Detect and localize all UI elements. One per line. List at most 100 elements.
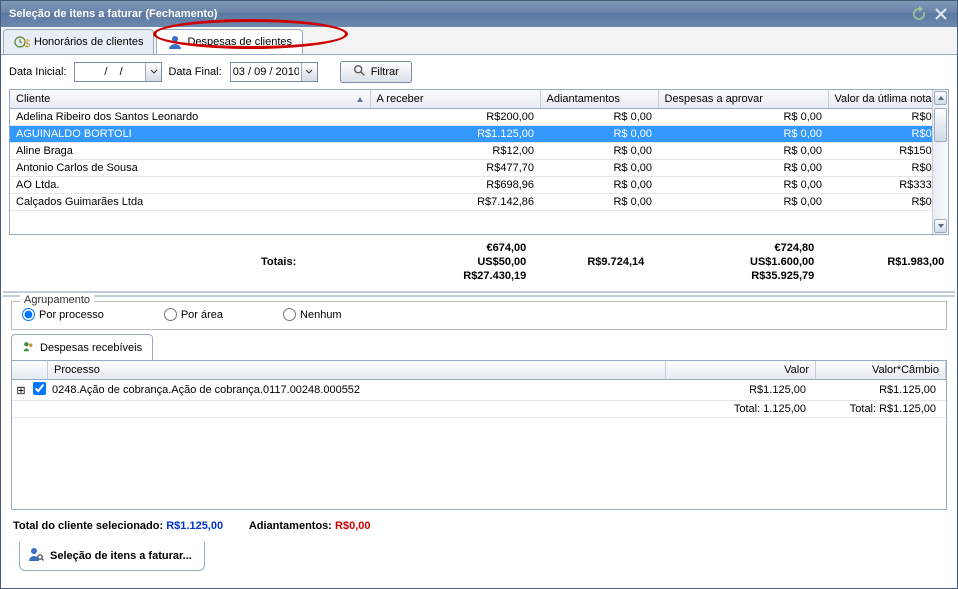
bottom-tab-selecao[interactable]: Seleção de itens a faturar... [19, 542, 205, 571]
cell-cliente: Aline Braga [10, 143, 370, 160]
totals-rec-brl: R$27.430,19 [356, 269, 526, 283]
cell-adiantamentos: R$ 0,00 [540, 143, 658, 160]
totals-row: Totais: €674,00 US$50,00 R$27.430,19 R$9… [1, 235, 957, 291]
cell-valor: R$150,00 [828, 143, 932, 160]
table-row[interactable]: Aline Braga R$12,00 R$ 0,00 R$ 0,00 R$15… [10, 143, 932, 160]
data-final-input[interactable] [231, 66, 301, 78]
window-title: Seleção de itens a faturar (Fechamento) [9, 8, 217, 20]
totals-valor: R$1.983,00 [814, 255, 944, 269]
subcol-valor-cambio[interactable]: Valor*Câmbio [816, 361, 946, 379]
subgrid-total-cambio: Total: R$1.125,00 [816, 403, 946, 415]
refresh-icon[interactable] [911, 6, 927, 22]
sub-tabs: Despesas recebíveis [1, 334, 957, 360]
totals-desp-eur: €724,80 [644, 241, 814, 255]
subgrid-total-row: Total: 1.125,00 Total: R$1.125,00 [12, 401, 946, 418]
filter-row: Data Inicial: Data Final: Filtrar [1, 55, 957, 89]
data-final-field[interactable] [230, 62, 318, 82]
filter-button-label: Filtrar [371, 66, 399, 78]
footer-summary: Total do cliente selecionado: R$1.125,00… [1, 510, 957, 542]
col-a-receber[interactable]: A receber [370, 90, 540, 109]
agrupamento-group: Agrupamento Por processo Por área Nenhum [11, 301, 947, 330]
cell-a-receber: R$12,00 [370, 143, 540, 160]
cell-adiantamentos: R$ 0,00 [540, 126, 658, 143]
titlebar: Seleção de itens a faturar (Fechamento) [1, 1, 957, 27]
radio-por-processo[interactable]: Por processo [22, 308, 104, 321]
cell-despesas: R$ 0,00 [658, 109, 828, 126]
chevron-down-icon[interactable] [301, 63, 317, 81]
chevron-down-icon[interactable] [145, 63, 161, 81]
totals-label: Totais: [261, 256, 296, 268]
scroll-thumb[interactable] [934, 108, 947, 142]
radio-nenhum[interactable]: Nenhum [283, 308, 342, 321]
subcol-valor[interactable]: Valor [666, 361, 816, 379]
close-icon[interactable] [933, 6, 949, 22]
subgrid-processo: 0248.Ação de cobrança.Ação de cobrança.0… [48, 384, 666, 396]
cell-cliente: AO Ltda. [10, 177, 370, 194]
col-cliente[interactable]: Cliente [10, 90, 370, 109]
table-row[interactable]: AGUINALDO BORTOLI R$1.125,00 R$ 0,00 R$ … [10, 126, 932, 143]
subtab-label: Despesas recebíveis [40, 342, 142, 354]
cell-despesas: R$ 0,00 [658, 143, 828, 160]
agrupamento-legend: Agrupamento [20, 294, 94, 306]
col-adiantamentos[interactable]: Adiantamentos [540, 90, 658, 109]
totals-adi: R$9.724,14 [526, 255, 644, 269]
tab-honorarios-label: Honorários de clientes [34, 36, 143, 48]
row-checkbox[interactable] [30, 382, 48, 398]
scroll-down-icon[interactable] [934, 219, 947, 233]
cell-valor: R$0,00 [828, 160, 932, 177]
cell-cliente: Calçados Guimarães Ltda [10, 194, 370, 211]
sort-asc-icon [356, 95, 364, 107]
adiantamentos-label: Adiantamentos: [249, 520, 335, 532]
cell-adiantamentos: R$ 0,00 [540, 109, 658, 126]
cell-cliente: Antonio Carlos de Sousa [10, 160, 370, 177]
tab-honorarios[interactable]: $ Honorários de clientes [3, 29, 154, 54]
cell-valor: R$0,00 [828, 109, 932, 126]
svg-text:$: $ [24, 38, 30, 50]
total-cliente-label: Total do cliente selecionado: [13, 520, 166, 532]
splitter[interactable] [3, 291, 955, 297]
filter-button[interactable]: Filtrar [340, 61, 412, 83]
cell-despesas: R$ 0,00 [658, 126, 828, 143]
cell-adiantamentos: R$ 0,00 [540, 177, 658, 194]
data-final-label: Data Final: [168, 66, 221, 78]
top-tabs: $ Honorários de clientes Despesas de cli… [1, 27, 957, 55]
total-cliente-value: R$1.125,00 [166, 520, 223, 532]
cell-a-receber: R$1.125,00 [370, 126, 540, 143]
cell-valor: R$0,00 [828, 126, 932, 143]
cell-adiantamentos: R$ 0,00 [540, 194, 658, 211]
col-valor-ultima-nota[interactable]: Valor da útlima nota [828, 90, 932, 109]
subcol-processo[interactable]: Processo [48, 361, 666, 379]
table-row[interactable]: Antonio Carlos de Sousa R$477,70 R$ 0,00… [10, 160, 932, 177]
subtab-despesas-recebiveis[interactable]: Despesas recebíveis [11, 334, 153, 360]
subgrid-total-valor: Total: 1.125,00 [666, 403, 816, 415]
table-row[interactable]: AO Ltda. R$698,96 R$ 0,00 R$ 0,00 R$333,… [10, 177, 932, 194]
cell-cliente: AGUINALDO BORTOLI [10, 126, 370, 143]
totals-desp-brl: R$35.925,79 [644, 269, 814, 283]
totals-desp-usd: US$1.600,00 [644, 255, 814, 269]
data-inicial-field[interactable] [74, 62, 162, 82]
grid-scrollbar[interactable] [932, 90, 948, 234]
expand-icon[interactable]: ⊞ [12, 384, 30, 397]
window: Seleção de itens a faturar (Fechamento) … [0, 0, 958, 589]
radio-por-area[interactable]: Por área [164, 308, 223, 321]
grid-header-row: Cliente A receber Adiantamentos Despesas… [10, 90, 932, 109]
tab-despesas[interactable]: Despesas de clientes [156, 29, 303, 54]
subgrid-row[interactable]: ⊞ 0248.Ação de cobrança.Ação de cobrança… [12, 380, 946, 401]
totals-rec-usd: US$50,00 [356, 255, 526, 269]
scroll-up-icon[interactable] [934, 91, 947, 105]
data-inicial-input[interactable] [75, 66, 145, 78]
table-row[interactable]: Adelina Ribeiro dos Santos Leonardo R$20… [10, 109, 932, 126]
clock-money-icon: $ [14, 34, 30, 50]
cell-a-receber: R$477,70 [370, 160, 540, 177]
table-row[interactable]: Calçados Guimarães Ltda R$7.142,86 R$ 0,… [10, 194, 932, 211]
totals-rec-eur: €674,00 [356, 241, 526, 255]
cell-despesas: R$ 0,00 [658, 177, 828, 194]
col-despesas-aprovar[interactable]: Despesas a aprovar [658, 90, 828, 109]
tab-despesas-label: Despesas de clientes [187, 36, 292, 48]
cell-a-receber: R$698,96 [370, 177, 540, 194]
cell-a-receber: R$7.142,86 [370, 194, 540, 211]
data-inicial-label: Data Inicial: [9, 66, 66, 78]
despesas-subgrid: Processo Valor Valor*Câmbio ⊞ 0248.Ação … [11, 360, 947, 510]
person-blue-icon [167, 34, 183, 50]
cell-despesas: R$ 0,00 [658, 160, 828, 177]
